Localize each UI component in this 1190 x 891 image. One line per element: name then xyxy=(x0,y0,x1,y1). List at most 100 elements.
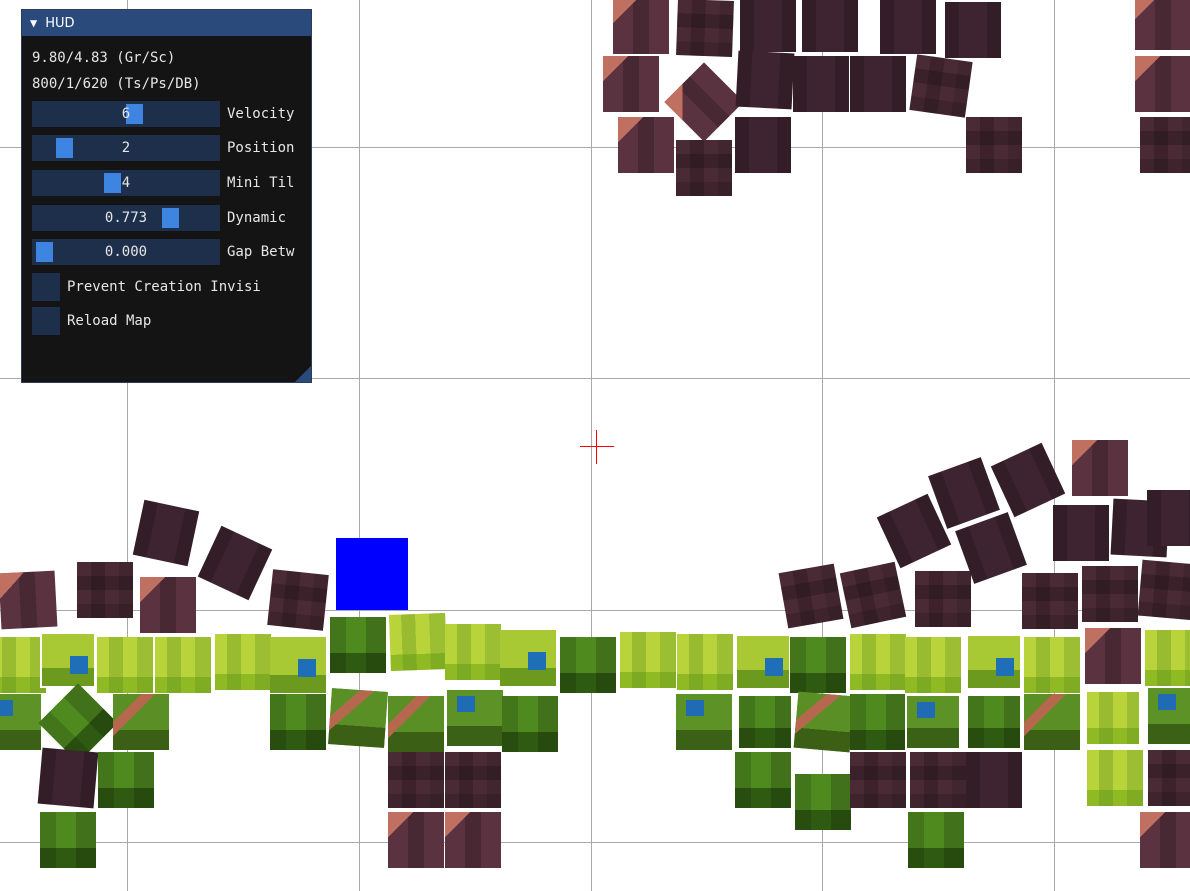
map-tile xyxy=(613,0,669,54)
map-tile xyxy=(1087,750,1143,806)
map-tile xyxy=(908,812,964,868)
map-tile xyxy=(330,617,386,673)
position-slider-row: 2 Position xyxy=(32,135,311,161)
position-slider[interactable]: 2 xyxy=(32,135,220,161)
map-tile xyxy=(1147,490,1190,546)
map-tile xyxy=(155,637,211,693)
map-tile xyxy=(1072,440,1128,496)
prevent-creation-checkbox[interactable] xyxy=(32,273,60,301)
map-tile xyxy=(1148,750,1190,806)
map-tile xyxy=(966,117,1022,173)
map-tile xyxy=(1082,566,1138,622)
map-tile xyxy=(905,637,961,693)
map-tile xyxy=(945,2,1001,58)
prevent-creation-row[interactable]: Prevent Creation Invisi xyxy=(32,273,261,301)
velocity-slider-row: 6 Velocity xyxy=(32,101,311,127)
map-tile xyxy=(389,613,447,671)
hud-window[interactable]: ▼ HUD 9.80/4.83 (Gr/Sc) 800/1/620 (Ts/Ps… xyxy=(21,9,312,383)
slider-value: 0.773 xyxy=(104,210,148,226)
map-tile xyxy=(793,56,849,112)
hud-title: HUD xyxy=(45,15,75,31)
map-tile xyxy=(1085,690,1141,746)
gravity-scale-stat: 9.80/4.83 (Gr/Sc) xyxy=(32,50,176,66)
map-tile xyxy=(1053,505,1109,561)
triangle-down-icon[interactable]: ▼ xyxy=(30,16,37,30)
velocity-slider[interactable]: 6 xyxy=(32,101,220,127)
map-tile xyxy=(40,812,96,868)
map-tile xyxy=(603,56,659,112)
map-tile xyxy=(790,637,846,693)
map-tile xyxy=(560,637,616,693)
map-tile xyxy=(270,694,326,750)
checkbox-label: Prevent Creation Invisi xyxy=(67,279,261,295)
map-tile xyxy=(966,694,1022,750)
map-tile xyxy=(445,624,501,680)
map-tile xyxy=(1140,812,1190,868)
map-tile xyxy=(500,630,556,686)
map-tile xyxy=(1137,559,1190,621)
map-tile xyxy=(676,0,734,57)
map-tile xyxy=(677,634,733,690)
grid-line-vertical xyxy=(359,0,360,891)
map-tile xyxy=(850,694,906,750)
reload-map-row[interactable]: Reload Map xyxy=(32,307,151,335)
map-tile xyxy=(215,634,271,690)
map-tile xyxy=(37,747,99,809)
grid-line-vertical xyxy=(1054,0,1055,891)
map-tile xyxy=(915,571,971,627)
map-tile xyxy=(1024,694,1080,750)
map-tile xyxy=(140,577,196,633)
map-tile xyxy=(966,634,1022,690)
gap-slider[interactable]: 0.000 xyxy=(32,239,220,265)
mini-tile-slider-row: 4 Mini Til xyxy=(32,170,311,196)
map-tile xyxy=(0,570,58,630)
map-tile xyxy=(735,117,791,173)
player-block xyxy=(336,538,408,610)
map-tile xyxy=(802,0,858,52)
map-tile xyxy=(502,696,558,752)
resize-grip-icon[interactable] xyxy=(295,366,311,382)
slider-value: 0.000 xyxy=(104,244,148,260)
crosshair-icon xyxy=(580,430,614,464)
grid-line-horizontal xyxy=(0,842,1190,843)
map-tile xyxy=(793,691,855,753)
map-tile xyxy=(1135,0,1190,50)
map-tile xyxy=(388,696,444,752)
map-tile xyxy=(850,634,906,690)
map-tile xyxy=(735,752,791,808)
map-tile xyxy=(966,752,1022,808)
dynamic-slider-row: 0.773 Dynamic xyxy=(32,205,311,231)
slider-label: Position xyxy=(227,140,295,156)
map-tile xyxy=(445,752,501,808)
map-tile xyxy=(267,569,329,631)
map-tile xyxy=(676,694,732,750)
map-tile xyxy=(132,499,200,567)
dynamic-slider[interactable]: 0.773 xyxy=(32,205,220,231)
slider-label: Velocity xyxy=(227,106,295,122)
slider-label: Mini Til xyxy=(227,175,295,191)
map-tile xyxy=(880,0,936,54)
map-tile xyxy=(620,632,676,688)
map-tile xyxy=(98,752,154,808)
reload-map-checkbox[interactable] xyxy=(32,307,60,335)
checkbox-label: Reload Map xyxy=(67,313,152,329)
map-tile xyxy=(388,812,444,868)
map-tile xyxy=(1148,688,1190,744)
map-tile xyxy=(735,634,791,690)
map-tile xyxy=(778,563,844,629)
map-tile xyxy=(1022,573,1078,629)
map-tile xyxy=(197,525,273,601)
hud-title-bar[interactable]: ▼ HUD xyxy=(22,10,311,36)
mini-tile-slider[interactable]: 4 xyxy=(32,170,220,196)
map-tile xyxy=(735,50,795,110)
map-tile xyxy=(270,637,326,693)
map-tile xyxy=(909,54,973,118)
map-tile xyxy=(910,752,966,808)
map-tile xyxy=(1140,117,1190,173)
slider-label: Gap Betw xyxy=(227,244,295,260)
map-tile xyxy=(850,56,906,112)
map-tile xyxy=(1085,628,1141,684)
map-tile xyxy=(77,562,133,618)
map-tile xyxy=(97,637,153,693)
map-tile xyxy=(737,694,793,750)
